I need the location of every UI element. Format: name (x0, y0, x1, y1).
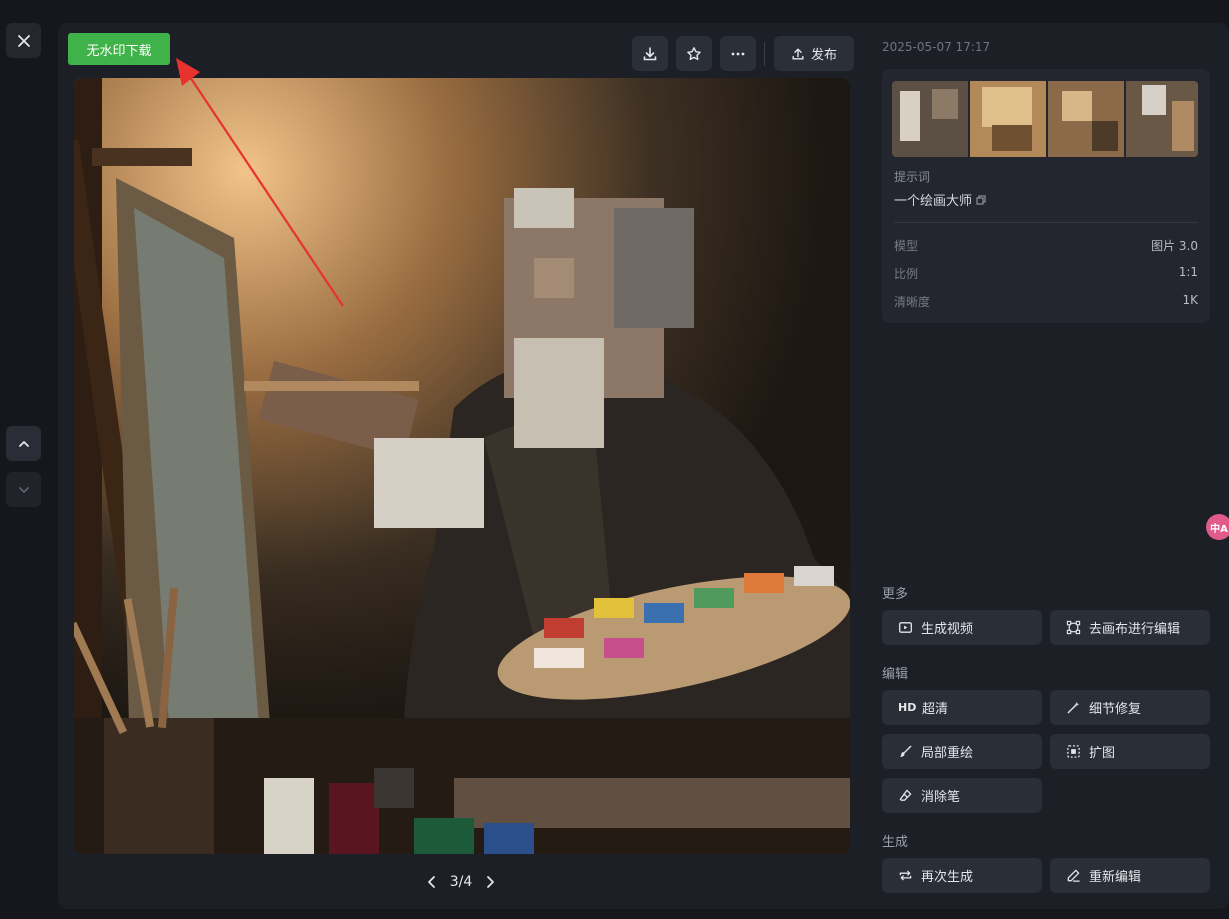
chevron-up-icon (18, 440, 29, 447)
outpaint-button[interactable]: 扩图 (1050, 734, 1210, 769)
hd-icon: HD (898, 701, 917, 714)
brush-icon (899, 745, 912, 757)
inpaint-button[interactable]: 局部重绘 (882, 734, 1042, 769)
wand-icon (1067, 701, 1080, 714)
eraser-icon (899, 789, 912, 801)
download-button[interactable] (632, 36, 668, 71)
edit-on-canvas-button[interactable]: 去画布进行编辑 (1050, 610, 1210, 645)
next-image-button[interactable] (6, 472, 41, 507)
more-options-button[interactable] (720, 36, 756, 71)
button-label: 重新编辑 (1089, 870, 1142, 885)
copy-icon[interactable] (976, 195, 986, 205)
info-divider (894, 222, 1198, 223)
star-icon (687, 46, 701, 60)
chevron-right-icon[interactable] (483, 875, 497, 889)
expand-icon (1067, 745, 1080, 758)
info-row-resolution: 清晰度 1K (894, 293, 1198, 310)
favorite-button[interactable] (676, 36, 712, 71)
section-title-more: 更多 (882, 587, 909, 602)
chevron-left-icon[interactable] (425, 875, 439, 889)
button-label: 去画布进行编辑 (1089, 622, 1181, 637)
chevron-down-icon (18, 486, 29, 493)
prompt-text-row: 一个绘画大师 (894, 190, 986, 209)
info-value: 1:1 (1178, 265, 1198, 279)
repeat-icon (899, 870, 912, 881)
thumbnails (892, 81, 1198, 157)
info-value: 1K (1182, 293, 1198, 307)
button-label: 生成视频 (921, 622, 974, 637)
button-label: 消除笔 (921, 790, 961, 805)
more-icon (731, 52, 745, 55)
prompt-label: 提示词 (894, 170, 931, 184)
section-title-edit: 编辑 (882, 667, 909, 682)
close-button[interactable] (6, 23, 41, 58)
toolbar-divider (764, 42, 765, 66)
button-label: 再次生成 (921, 870, 974, 885)
upload-icon (792, 47, 804, 60)
button-label: 超清 (922, 702, 949, 717)
translate-badge[interactable]: 中A (1206, 514, 1229, 540)
video-icon (899, 622, 912, 633)
button-label: 局部重绘 (921, 746, 974, 761)
annotation-arrow (176, 58, 344, 307)
prompt-text: 一个绘画大师 (894, 194, 973, 209)
button-label: 细节修复 (1089, 702, 1142, 717)
download-icon (643, 46, 657, 60)
page-indicator: 3/4 (449, 874, 473, 890)
timestamp: 2025-05-07 17:17 (882, 40, 991, 54)
detail-repair-button[interactable]: 细节修复 (1050, 690, 1210, 725)
info-key: 模型 (894, 239, 919, 253)
image-pager: 3/4 (425, 868, 497, 896)
button-label: 扩图 (1089, 746, 1116, 761)
close-icon (17, 34, 30, 47)
pen-icon (1067, 869, 1080, 882)
publish-label: 发布 (810, 48, 837, 63)
info-key: 清晰度 (894, 295, 931, 309)
eraser-button[interactable]: 消除笔 (882, 778, 1042, 813)
canvas-icon (1066, 620, 1081, 635)
info-row-ratio: 比例 1:1 (894, 265, 1198, 282)
publish-button[interactable]: 发布 (774, 36, 854, 71)
re-edit-button[interactable]: 重新编辑 (1050, 858, 1210, 893)
info-key: 比例 (894, 267, 919, 281)
upscale-button[interactable]: HD 超清 (882, 690, 1042, 725)
generate-video-button[interactable]: 生成视频 (882, 610, 1042, 645)
section-title-generate: 生成 (882, 835, 909, 850)
regenerate-button[interactable]: 再次生成 (882, 858, 1042, 893)
previous-image-button[interactable] (6, 426, 41, 461)
info-value: 图片 3.0 (1151, 239, 1198, 253)
watermark-free-download-button[interactable]: 无水印下载 (68, 33, 170, 65)
generation-info-card: 提示词 一个绘画大师 模型 图片 3.0 比例 1:1 清晰度 1K (882, 69, 1210, 323)
info-row-model: 模型 图片 3.0 (894, 237, 1198, 254)
thumbnail-strip[interactable] (892, 81, 1198, 157)
